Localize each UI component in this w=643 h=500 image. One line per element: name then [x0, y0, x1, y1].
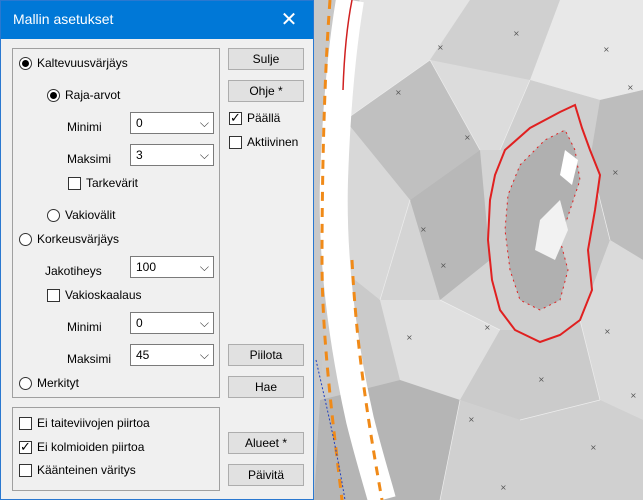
fetch-button[interactable]: Hae	[228, 376, 304, 398]
svg-text:×: ×	[603, 45, 610, 54]
svg-text:×: ×	[484, 323, 491, 332]
hide-button[interactable]: Piilota	[228, 344, 304, 366]
chevron-down-icon: ⌵	[199, 148, 209, 162]
title-bar[interactable]: Mallin asetukset ✕	[1, 1, 313, 39]
slope-max-select[interactable]: 3 ⌵	[130, 144, 214, 166]
chevron-down-icon: ⌵	[199, 348, 209, 362]
svg-text:×: ×	[440, 261, 447, 270]
slope-min-select[interactable]: 0 ⌵	[130, 112, 214, 134]
constant-intervals-radio[interactable]	[47, 209, 60, 222]
marked-label[interactable]: Merkityt	[37, 376, 79, 390]
slope-coloring-label[interactable]: Kaltevuusvärjäys	[37, 56, 128, 70]
svg-text:×: ×	[406, 333, 413, 342]
svg-text:×: ×	[500, 483, 507, 492]
slope-max-label: Maksimi	[67, 152, 111, 166]
on-checkbox[interactable]: ✓	[229, 110, 242, 125]
slope-min-label: Minimi	[67, 120, 102, 134]
active-checkbox[interactable]	[229, 136, 242, 149]
no-triangles-label[interactable]: Ei kolmioiden piirtoa	[37, 440, 144, 454]
chevron-down-icon: ⌵	[199, 116, 209, 130]
checkmark-icon: ✓	[230, 110, 241, 125]
svg-text:×: ×	[437, 43, 444, 52]
constant-intervals-label[interactable]: Vakiovälit	[65, 208, 115, 222]
constant-scaling-checkbox[interactable]	[47, 289, 60, 302]
svg-text:×: ×	[420, 225, 427, 234]
active-label[interactable]: Aktiivinen	[247, 135, 298, 149]
help-button[interactable]: Ohje *	[228, 80, 304, 102]
elevation-coloring-radio[interactable]	[19, 233, 32, 246]
no-breaklines-label[interactable]: Ei taiteviivojen piirtoa	[37, 416, 150, 430]
elev-max-value: 45	[136, 348, 150, 362]
chevron-down-icon: ⌵	[199, 316, 209, 330]
precise-colors-checkbox[interactable]	[68, 177, 81, 190]
slope-min-value: 0	[136, 116, 143, 130]
slope-max-value: 3	[136, 148, 143, 162]
inverse-coloring-checkbox[interactable]	[19, 464, 32, 477]
dialog-title: Mallin asetukset	[13, 11, 114, 27]
elev-max-select[interactable]: 45 ⌵	[130, 344, 214, 366]
elev-min-label: Minimi	[67, 320, 102, 334]
svg-text:×: ×	[630, 391, 637, 400]
limits-label[interactable]: Raja-arvot	[65, 88, 120, 102]
close-icon[interactable]: ✕	[269, 5, 309, 35]
update-button[interactable]: Päivitä	[228, 464, 304, 486]
svg-text:×: ×	[604, 327, 611, 336]
svg-text:×: ×	[513, 29, 520, 38]
svg-text:×: ×	[464, 133, 471, 142]
constant-scaling-label[interactable]: Vakioskaalaus	[65, 288, 142, 302]
on-label[interactable]: Päällä	[247, 111, 280, 125]
inverse-coloring-label[interactable]: Käänteinen väritys	[37, 463, 136, 477]
close-button[interactable]: Sulje	[228, 48, 304, 70]
no-triangles-checkbox[interactable]: ✓	[19, 439, 32, 454]
svg-text:×: ×	[395, 88, 402, 97]
elev-max-label: Maksimi	[67, 352, 111, 366]
division-select[interactable]: 100 ⌵	[130, 256, 214, 278]
model-settings-dialog: Mallin asetukset ✕ Kaltevuusvärjäys Raja…	[0, 0, 314, 500]
limits-radio[interactable]	[47, 89, 60, 102]
checkmark-icon: ✓	[20, 439, 31, 454]
no-breaklines-checkbox[interactable]	[19, 417, 32, 430]
elevation-coloring-label[interactable]: Korkeusvärjäys	[37, 232, 119, 246]
areas-button[interactable]: Alueet *	[228, 432, 304, 454]
precise-colors-label[interactable]: Tarkevärit	[86, 176, 138, 190]
svg-text:×: ×	[612, 168, 619, 177]
slope-coloring-radio[interactable]	[19, 57, 32, 70]
chevron-down-icon: ⌵	[199, 260, 209, 274]
svg-text:×: ×	[590, 443, 597, 452]
elev-min-select[interactable]: 0 ⌵	[130, 312, 214, 334]
marked-radio[interactable]	[19, 377, 32, 390]
elev-min-value: 0	[136, 316, 143, 330]
svg-text:×: ×	[538, 375, 545, 384]
division-value: 100	[136, 260, 157, 274]
svg-text:×: ×	[468, 415, 475, 424]
svg-text:×: ×	[627, 83, 634, 92]
division-label: Jakotiheys	[45, 264, 102, 278]
